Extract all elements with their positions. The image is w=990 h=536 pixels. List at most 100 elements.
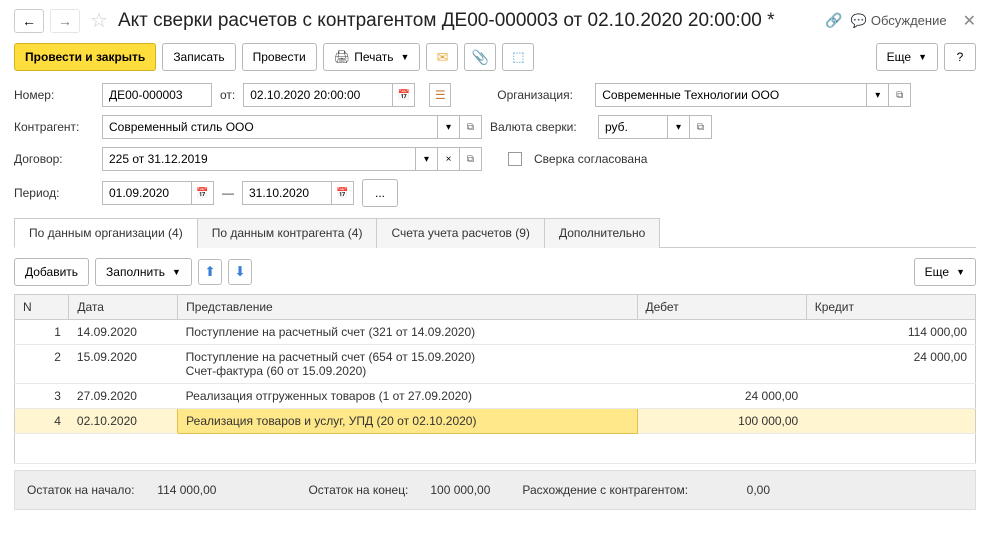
currency-field[interactable] [598, 115, 668, 139]
org-open-button[interactable]: ⧉ [889, 83, 911, 107]
help-button[interactable]: ? [944, 43, 976, 71]
chevron-down-icon: ▾ [676, 122, 681, 133]
col-n[interactable]: N [15, 295, 69, 320]
calendar-icon: 📅 [336, 188, 348, 199]
chevron-down-icon: ▾ [446, 122, 451, 133]
table-row[interactable]: 3 27.09.2020 Реализация отгруженных това… [15, 384, 976, 409]
col-date[interactable]: Дата [69, 295, 178, 320]
paperclip-icon: 📎 [472, 49, 489, 66]
end-balance-value: 100 000,00 [414, 481, 494, 499]
diff-value: 0,00 [694, 481, 774, 499]
org-field[interactable] [595, 83, 867, 107]
move-down-button[interactable]: ⬇ [228, 259, 252, 285]
discuss-label: Обсуждение [871, 13, 947, 28]
org-dropdown-button[interactable]: ▾ [867, 83, 889, 107]
more-label: Еще [887, 50, 911, 64]
start-balance-value: 114 000,00 [140, 481, 220, 499]
chevron-down-icon: ▼ [918, 52, 927, 62]
col-debit[interactable]: Дебет [637, 295, 806, 320]
contract-label: Договор: [14, 152, 94, 166]
col-rep[interactable]: Представление [178, 295, 637, 320]
currency-label: Валюта сверки: [490, 120, 590, 134]
period-from-field[interactable] [102, 181, 192, 205]
period-to-calendar-button[interactable]: 📅 [332, 181, 354, 205]
period-from-calendar-button[interactable]: 📅 [192, 181, 214, 205]
open-icon: ⧉ [896, 90, 903, 101]
tab-counterparty-data[interactable]: По данным контрагента (4) [197, 218, 378, 248]
period-choose-button[interactable]: ... [362, 179, 398, 207]
chevron-down-icon: ▼ [956, 267, 965, 277]
email-button[interactable]: ✉ [426, 43, 458, 71]
related-docs-button[interactable]: ⬚ [502, 43, 534, 71]
discuss-button[interactable]: 💬 Обсуждение [851, 13, 947, 29]
list-button[interactable]: ☰ [429, 83, 451, 107]
page-title: Акт сверки расчетов с контрагентом ДЕ00-… [118, 10, 775, 32]
sub-more-button[interactable]: Еще ▼ [914, 258, 976, 286]
currency-open-button[interactable]: ⧉ [690, 115, 712, 139]
counterparty-label: Контрагент: [14, 120, 94, 134]
chat-icon: 💬 [851, 13, 867, 29]
print-label: Печать [354, 50, 393, 64]
write-button[interactable]: Записать [162, 43, 235, 71]
counterparty-dropdown-button[interactable]: ▾ [438, 115, 460, 139]
contract-dropdown-button[interactable]: ▾ [416, 147, 438, 171]
table-row[interactable]: 4 02.10.2020 Реализация товаров и услуг,… [15, 409, 976, 434]
chevron-down-icon: ▾ [875, 90, 880, 101]
close-icon[interactable]: ✕ [963, 11, 976, 31]
tab-org-data[interactable]: По данным организации (4) [14, 218, 198, 248]
post-and-close-button[interactable]: Провести и закрыть [14, 43, 156, 71]
contract-clear-button[interactable]: × [438, 147, 460, 171]
totals-bar: Остаток на начало: 114 000,00 Остаток на… [14, 470, 976, 510]
add-button[interactable]: Добавить [14, 258, 89, 286]
structure-icon: ⬚ [512, 49, 524, 65]
period-label: Период: [14, 186, 94, 200]
date-calendar-button[interactable]: 📅 [393, 83, 415, 107]
counterparty-field[interactable] [102, 115, 438, 139]
open-icon: ⧉ [697, 122, 704, 133]
period-separator: — [222, 186, 234, 200]
sub-more-label: Еще [925, 265, 949, 279]
table-row[interactable]: 2 15.09.2020 Поступление на расчетный сч… [15, 345, 976, 384]
tab-accounts[interactable]: Счета учета расчетов (9) [376, 218, 544, 248]
period-to-field[interactable] [242, 181, 332, 205]
printer-icon: 🖨 [334, 49, 351, 65]
nav-forward-button[interactable]: → [50, 9, 80, 33]
link-icon[interactable]: 🔗 [825, 12, 842, 29]
diff-label: Расхождение с контрагентом: [522, 483, 688, 497]
chevron-down-icon: ▼ [172, 267, 181, 277]
chevron-down-icon: ▼ [401, 52, 410, 62]
agreed-label: Сверка согласована [534, 152, 647, 166]
contract-open-button[interactable]: ⧉ [460, 147, 482, 171]
agreed-checkbox[interactable] [508, 152, 522, 166]
more-button[interactable]: Еще ▼ [876, 43, 938, 71]
nav-back-button[interactable]: ← [14, 9, 44, 33]
fill-button[interactable]: Заполнить ▼ [95, 258, 192, 286]
end-balance-label: Остаток на конец: [308, 483, 408, 497]
calendar-icon: 📅 [196, 188, 208, 199]
col-credit[interactable]: Кредит [806, 295, 975, 320]
table-empty-area [15, 434, 976, 464]
number-field[interactable] [102, 83, 212, 107]
envelope-icon: ✉ [437, 49, 449, 66]
open-icon: ⧉ [467, 154, 474, 165]
favorite-star-icon[interactable]: ☆ [90, 8, 108, 33]
list-icon: ☰ [435, 88, 446, 102]
counterparty-open-button[interactable]: ⧉ [460, 115, 482, 139]
tab-additional[interactable]: Дополнительно [544, 218, 660, 248]
move-up-button[interactable]: ⬆ [198, 259, 222, 285]
post-button[interactable]: Провести [242, 43, 317, 71]
date-field[interactable] [243, 83, 393, 107]
clear-icon: × [446, 154, 452, 165]
fill-label: Заполнить [106, 265, 165, 279]
reconciliation-table: N Дата Представление Дебет Кредит 1 14.0… [14, 294, 976, 464]
org-label: Организация: [497, 88, 587, 102]
attach-button[interactable]: 📎 [464, 43, 496, 71]
open-icon: ⧉ [467, 122, 474, 133]
from-label: от: [220, 88, 235, 102]
currency-dropdown-button[interactable]: ▾ [668, 115, 690, 139]
start-balance-label: Остаток на начало: [27, 483, 134, 497]
table-row[interactable]: 1 14.09.2020 Поступление на расчетный сч… [15, 320, 976, 345]
print-button[interactable]: 🖨 Печать ▼ [323, 43, 421, 71]
contract-field[interactable] [102, 147, 416, 171]
number-label: Номер: [14, 88, 94, 102]
